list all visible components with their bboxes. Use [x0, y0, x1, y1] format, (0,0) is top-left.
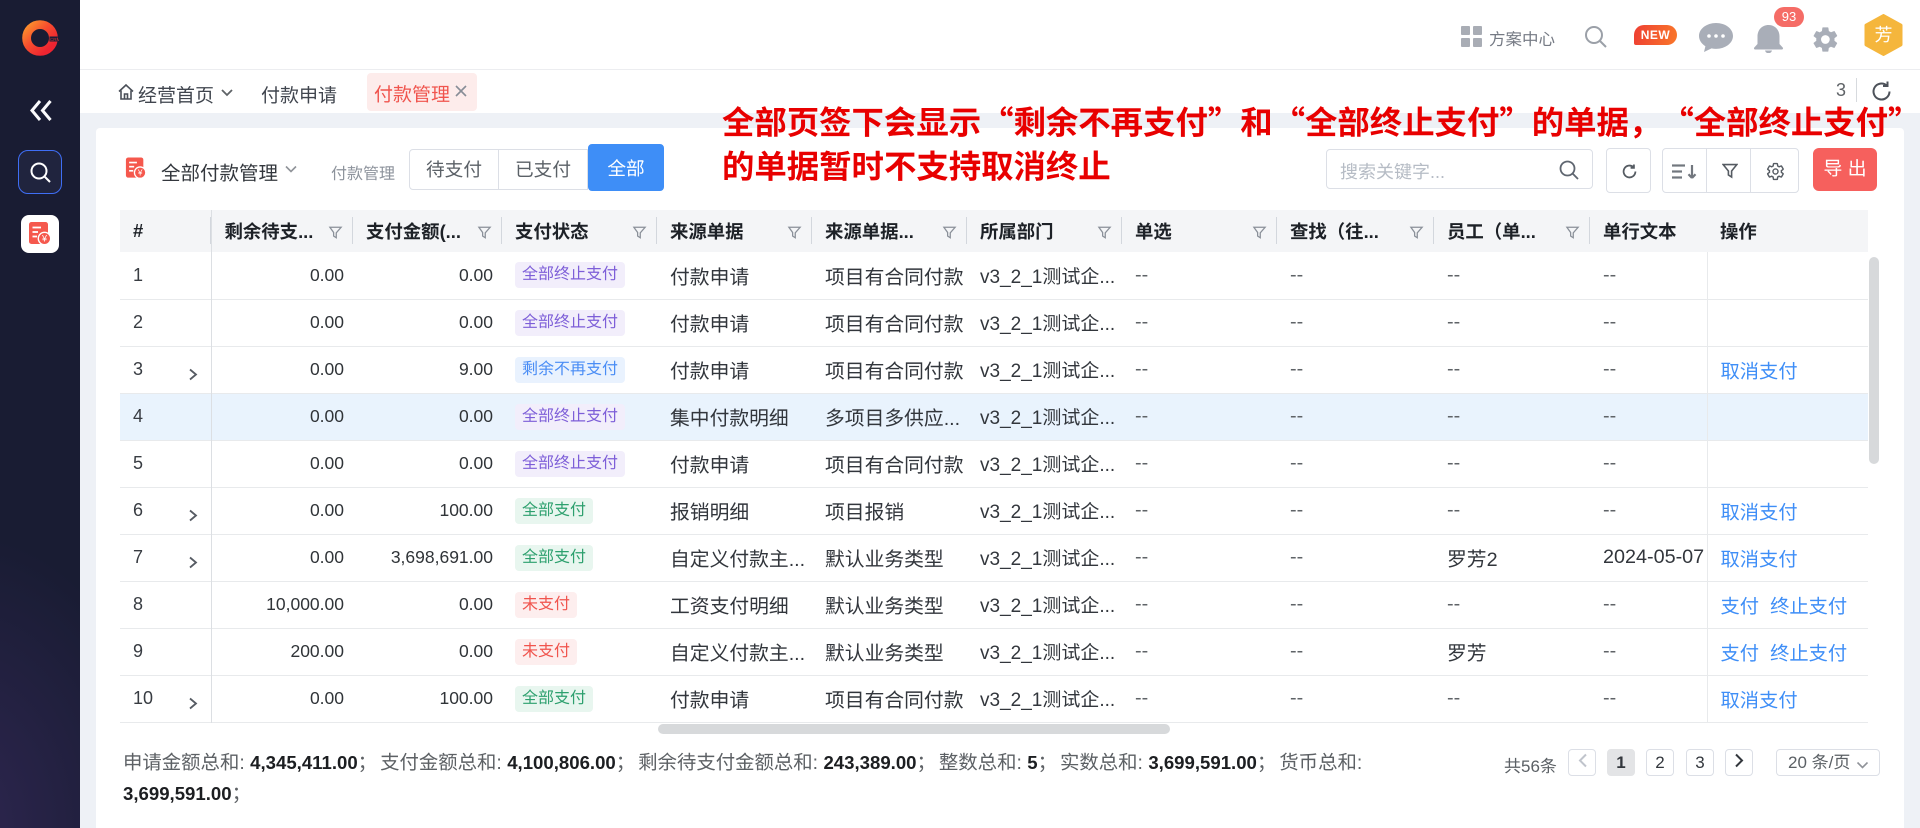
- svg-text:¥: ¥: [41, 234, 48, 244]
- svg-text:¥: ¥: [137, 168, 143, 177]
- svg-text:CRM: CRM: [50, 37, 59, 42]
